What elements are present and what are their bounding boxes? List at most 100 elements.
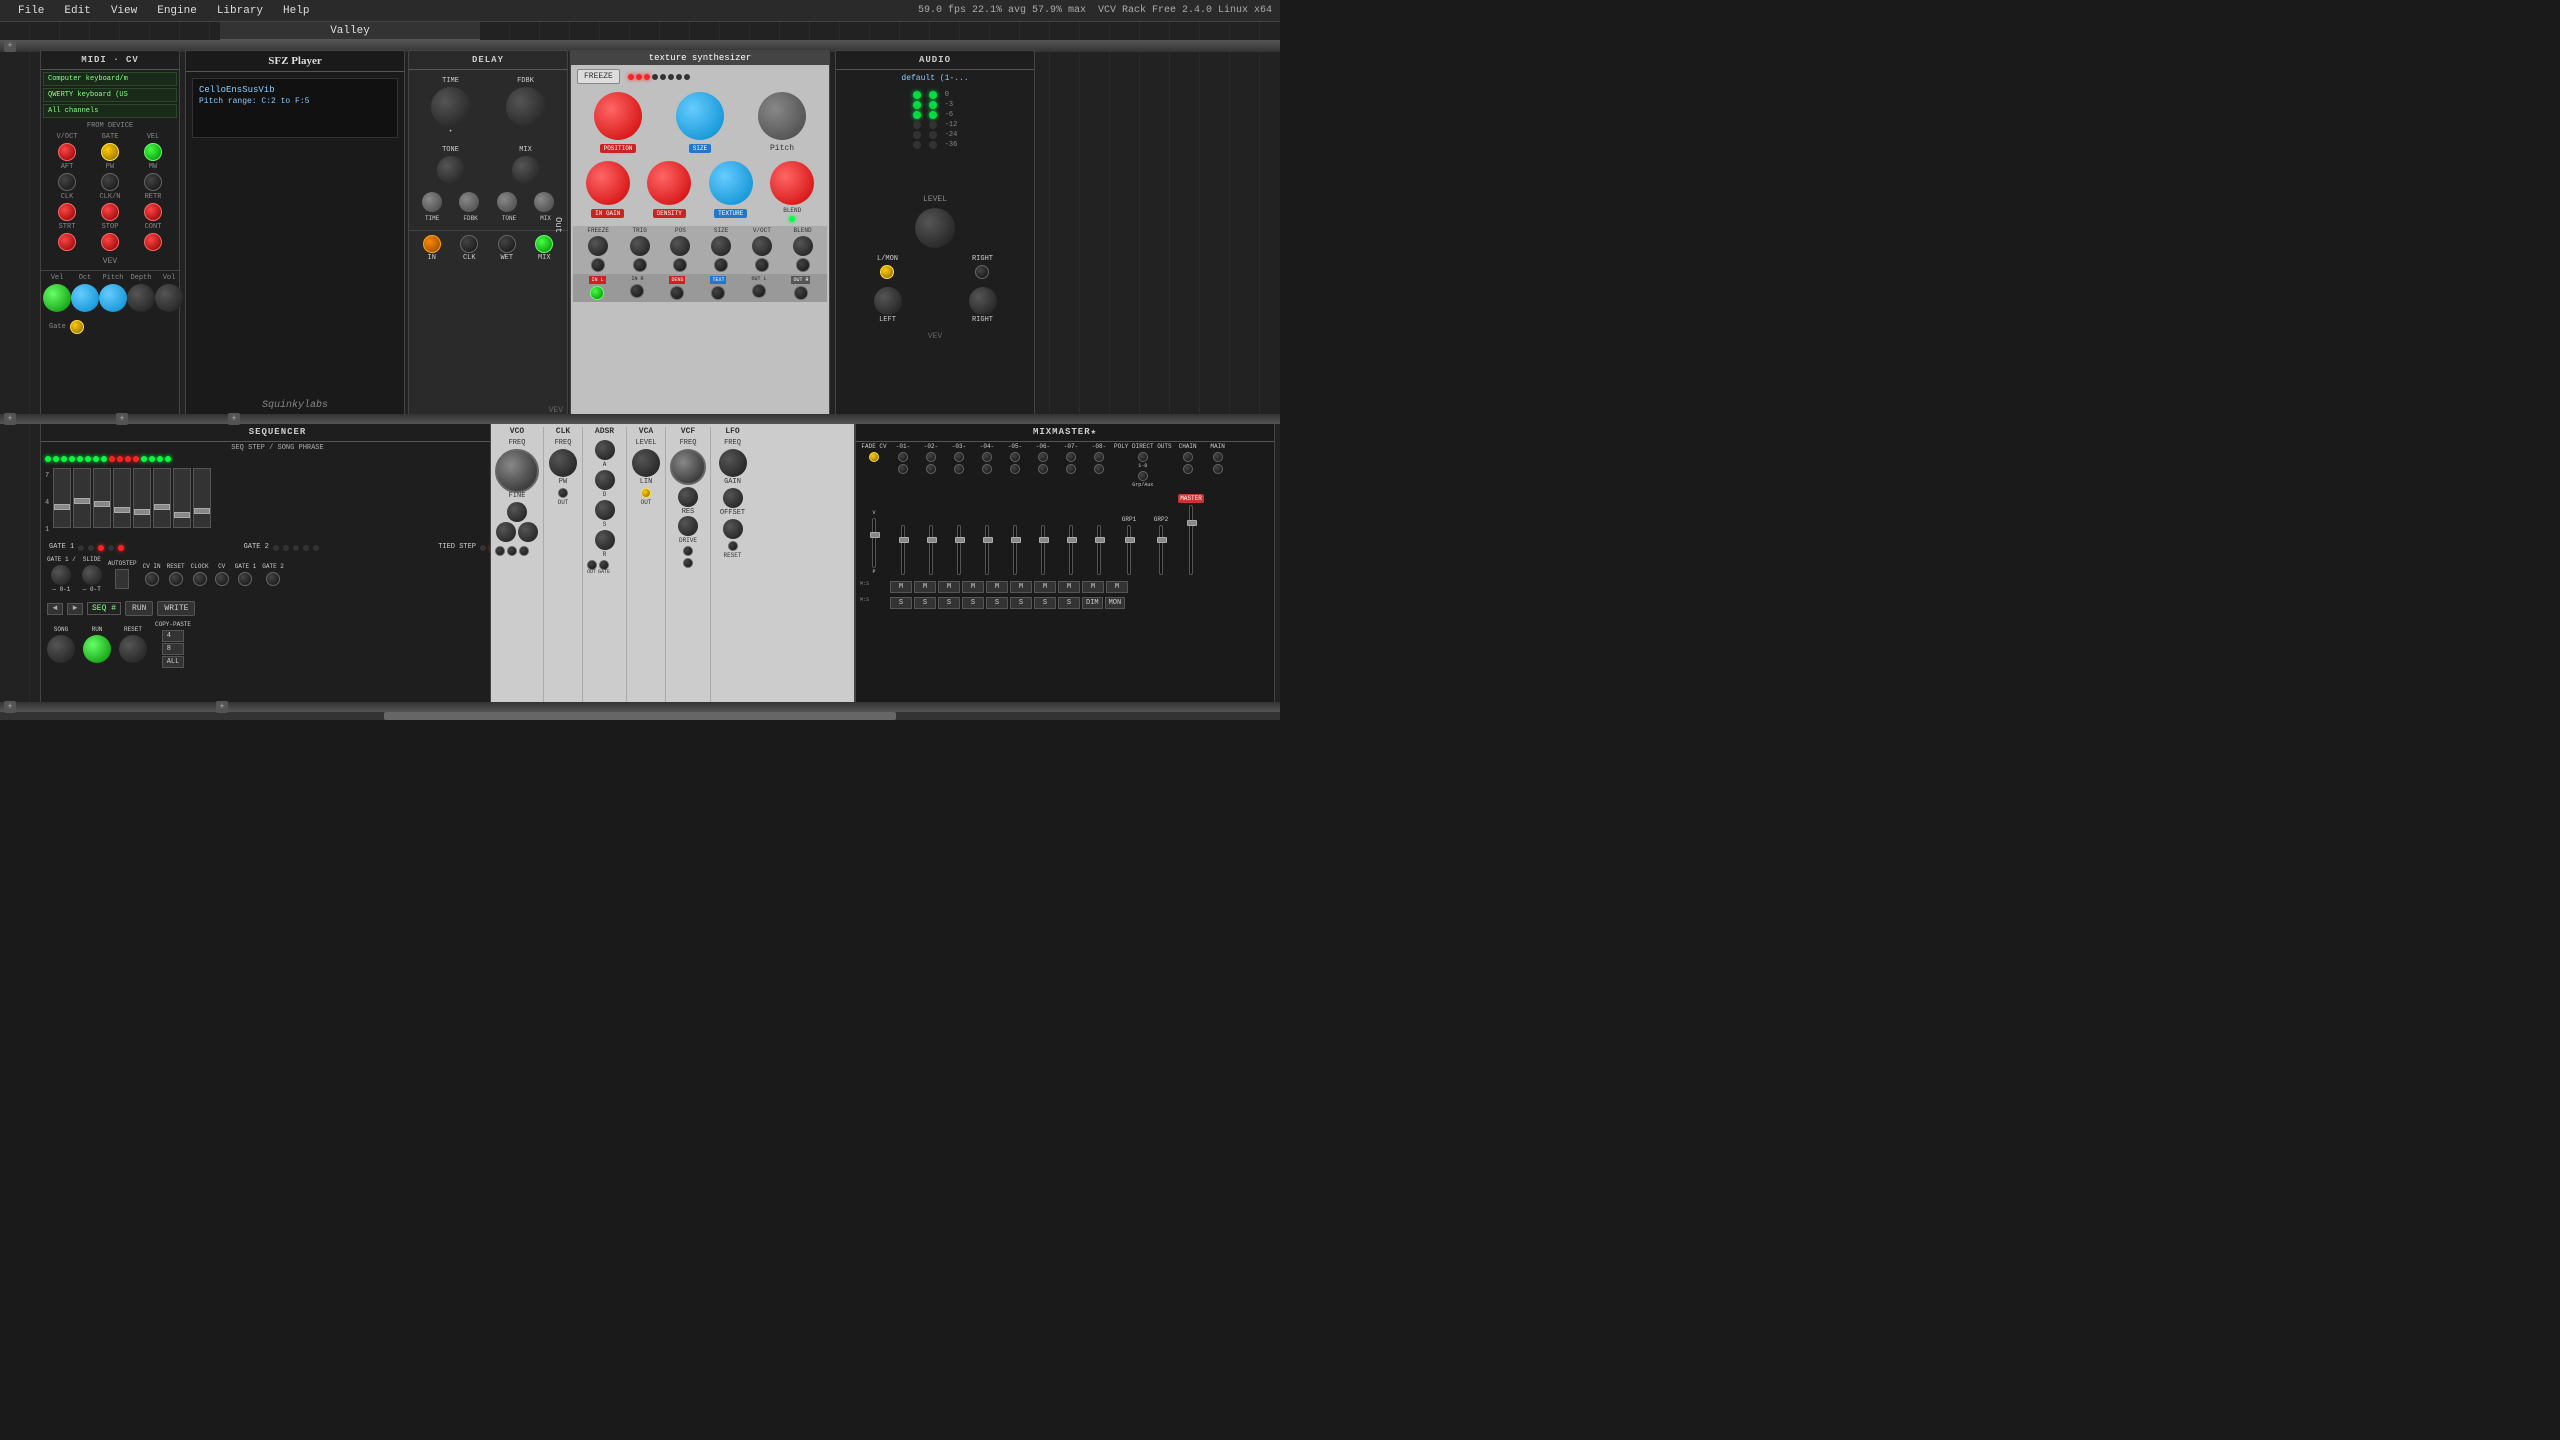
valley-dens-jack[interactable] xyxy=(670,286,684,300)
sms-sync-jack[interactable] xyxy=(507,546,517,556)
mix-grp2-fader[interactable] xyxy=(1159,525,1163,575)
mix-s-btn-2[interactable]: S xyxy=(914,597,936,609)
mix-ch7-jack-l[interactable] xyxy=(1066,452,1076,462)
valley-voct-cv-jack[interactable] xyxy=(755,258,769,272)
cont-jack[interactable] xyxy=(144,233,162,251)
sms-lfo-offset-knob[interactable] xyxy=(723,519,743,539)
add-module-mid-2[interactable]: + xyxy=(116,413,128,425)
valley-size-cv-jack[interactable] xyxy=(714,258,728,272)
add-module-mid-3[interactable]: + xyxy=(228,413,240,425)
add-module-bot-2[interactable]: + xyxy=(216,701,228,713)
mix-ch2-jack-l[interactable] xyxy=(926,452,936,462)
sms-pwm-jack[interactable] xyxy=(519,546,529,556)
audio-left-out-knob[interactable] xyxy=(874,287,902,315)
seq-gate2-out-jack[interactable] xyxy=(266,572,280,586)
sms-vcf-drive-knob[interactable] xyxy=(678,516,698,536)
sms-a-knob[interactable] xyxy=(595,440,615,460)
menu-help[interactable]: Help xyxy=(273,0,319,21)
sms-s-knob[interactable] xyxy=(595,500,615,520)
valley-blend-cv-jack[interactable] xyxy=(796,258,810,272)
mix-ch8-fader[interactable] xyxy=(1097,525,1101,575)
vel-knob[interactable] xyxy=(43,284,71,312)
valley-freeze-cv-knob[interactable] xyxy=(588,236,608,256)
sms-d-knob[interactable] xyxy=(595,470,615,490)
mw-jack[interactable] xyxy=(144,173,162,191)
mix-s-btn-7[interactable]: S xyxy=(1034,597,1056,609)
voct-jack[interactable] xyxy=(58,143,76,161)
mix-m-btn-5[interactable]: M xyxy=(986,581,1008,593)
sms-vcf-res-knob[interactable] xyxy=(678,487,698,507)
seq-slider-4[interactable] xyxy=(113,468,131,528)
valley-text-jack[interactable] xyxy=(711,286,725,300)
mix-m-btn-7[interactable]: M xyxy=(1034,581,1056,593)
mix-m-btn-9[interactable]: M xyxy=(1082,581,1104,593)
sms-vcf-hpf-jack[interactable] xyxy=(683,558,693,568)
mix-ch3-fader[interactable] xyxy=(957,525,961,575)
mix-master-fader[interactable] xyxy=(872,518,876,568)
delay-mix-knob[interactable] xyxy=(512,156,540,184)
vol-knob[interactable] xyxy=(155,284,183,312)
mix-s-btn-6[interactable]: S xyxy=(1010,597,1032,609)
valley-trig-cv-jack[interactable] xyxy=(633,258,647,272)
mix-ch7-fader[interactable] xyxy=(1069,525,1073,575)
mix-main-jack-2[interactable] xyxy=(1213,464,1223,474)
mix-master-main-fader[interactable] xyxy=(1189,505,1193,575)
sms-clk-freq-knob[interactable] xyxy=(549,449,577,477)
sms-r-knob[interactable] xyxy=(595,530,615,550)
seq-song-knob[interactable] xyxy=(47,635,75,663)
delay-fdbk-knob[interactable] xyxy=(506,87,546,127)
sms-vco-freq-knob[interactable] xyxy=(495,449,539,493)
stop-jack[interactable] xyxy=(101,233,119,251)
sms-vca-out-jack[interactable] xyxy=(641,488,651,498)
mix-ch7-jack-r[interactable] xyxy=(1066,464,1076,474)
pw-jack[interactable] xyxy=(101,173,119,191)
delay-in-jack[interactable] xyxy=(423,235,441,253)
aft-jack[interactable] xyxy=(58,173,76,191)
mix-ch8-jack-r[interactable] xyxy=(1094,464,1104,474)
sms-lfo-freq-knob[interactable] xyxy=(719,449,747,477)
mix-ch3-jack-r[interactable] xyxy=(954,464,964,474)
mix-s-btn-4[interactable]: S xyxy=(962,597,984,609)
valley-pos-cv-jack[interactable] xyxy=(673,258,687,272)
seq-slider-7[interactable] xyxy=(173,468,191,528)
retr-jack[interactable] xyxy=(144,203,162,221)
mix-m-btn-1[interactable]: M xyxy=(890,581,912,593)
mix-m-btn-2[interactable]: M xyxy=(914,581,936,593)
sms-clk-out-jack[interactable] xyxy=(558,488,568,498)
gate-jack[interactable] xyxy=(101,143,119,161)
seq-slider-1[interactable] xyxy=(53,468,71,528)
mix-mon-btn[interactable]: MON xyxy=(1105,597,1126,609)
sms-vcf-freq-knob[interactable] xyxy=(670,449,706,485)
seq-slider-2[interactable] xyxy=(73,468,91,528)
delay-tone-knob[interactable] xyxy=(437,156,465,184)
mix-ch8-jack-l[interactable] xyxy=(1094,452,1104,462)
mix-m-btn-10[interactable]: M xyxy=(1106,581,1128,593)
valley-texture-knob[interactable] xyxy=(709,161,753,205)
valley-size-knob[interactable] xyxy=(676,92,724,140)
seq-cvin-jack[interactable] xyxy=(145,572,159,586)
audio-right-out-knob[interactable] xyxy=(969,287,997,315)
valley-pitch-knob[interactable] xyxy=(758,92,806,140)
midi-option-1[interactable]: Computer keyboard/m xyxy=(43,72,177,86)
seq-slider-3[interactable] xyxy=(93,468,111,528)
mix-ch1-jack-r[interactable] xyxy=(898,464,908,474)
seq-gate1p-knob[interactable] xyxy=(51,565,71,585)
mix-grpaux-jack[interactable] xyxy=(1138,471,1148,481)
mix-ch5-jack-r[interactable] xyxy=(1010,464,1020,474)
mix-m-btn-3[interactable]: M xyxy=(938,581,960,593)
mix-ch6-jack-r[interactable] xyxy=(1038,464,1048,474)
pitch-knob[interactable] xyxy=(99,284,127,312)
add-module-btn-top[interactable]: + xyxy=(4,40,16,52)
sms-vca-level-knob[interactable] xyxy=(632,449,660,477)
seq-slider-5[interactable] xyxy=(133,468,151,528)
valley-outl-jack[interactable] xyxy=(752,284,766,298)
valley-inr-jack[interactable] xyxy=(630,284,644,298)
mix-ch2-fader[interactable] xyxy=(929,525,933,575)
midi-option-2[interactable]: QWERTY keyboard (US xyxy=(43,88,177,102)
delay-cv1-knob[interactable] xyxy=(422,192,442,212)
valley-density-knob[interactable] xyxy=(647,161,691,205)
seq-clock-jack[interactable] xyxy=(193,572,207,586)
menu-view[interactable]: View xyxy=(101,0,147,21)
add-module-bot-1[interactable]: + xyxy=(4,701,16,713)
seq-copy-4[interactable]: 4 xyxy=(162,630,185,642)
